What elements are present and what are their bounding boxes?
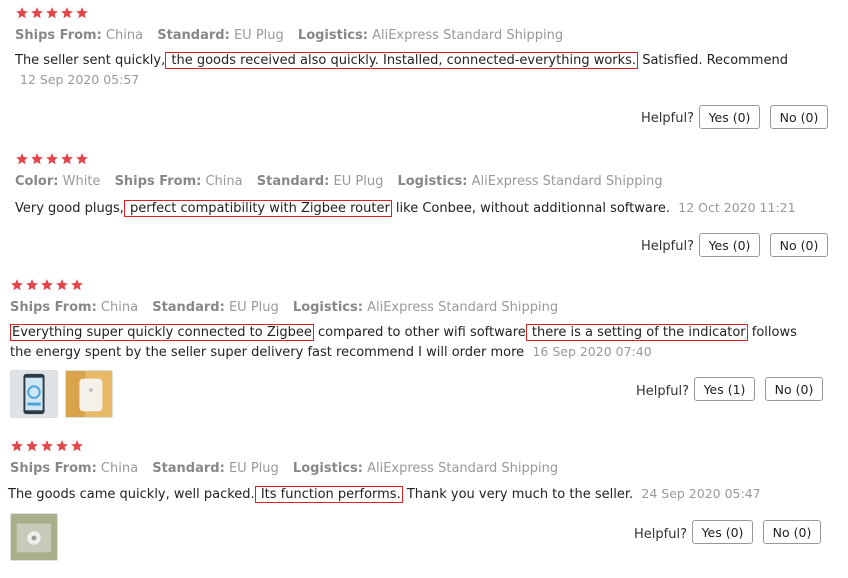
star-icon	[60, 152, 74, 166]
package-photo-icon	[11, 514, 57, 560]
star-icon	[15, 6, 29, 20]
yes-button[interactable]: Yes (0)	[699, 233, 760, 257]
prop-key: Ships From:	[10, 300, 97, 315]
star-icon	[70, 439, 84, 453]
helpful-label: Helpful?	[636, 384, 689, 399]
prop-key: Logistics:	[292, 461, 363, 476]
prop-key: Logistics:	[397, 174, 468, 189]
review-properties: Color: White Ships From: China Standard:…	[15, 174, 673, 189]
star-icon	[30, 152, 44, 166]
helpful-label: Helpful?	[641, 239, 694, 254]
no-button[interactable]: No (0)	[770, 105, 828, 129]
review-date: 16 Sep 2020 07:40	[532, 344, 652, 359]
star-icon	[25, 278, 39, 292]
review-date: 12 Sep 2020 05:57	[20, 72, 140, 87]
highlighted-text: the goods received also quickly. Install…	[165, 52, 639, 69]
review-text-part: like Conbee, without additionnal softwar…	[391, 201, 671, 216]
star-icon	[75, 6, 89, 20]
prop-value: White	[62, 174, 101, 189]
review-text: Very good plugs, perfect compatibility w…	[15, 199, 796, 218]
star-icon	[40, 439, 54, 453]
prop-value: China	[100, 461, 139, 476]
star-icon	[75, 152, 89, 166]
no-button[interactable]: No (0)	[765, 377, 823, 401]
star-icon	[30, 6, 44, 20]
no-button[interactable]: No (0)	[763, 520, 821, 544]
prop-key: Color:	[15, 174, 59, 189]
no-button[interactable]: No (0)	[770, 233, 828, 257]
prop-key: Ships From:	[15, 28, 102, 43]
review-text-part: compared to other wifi software	[313, 325, 526, 340]
prop-value: AliExpress Standard Shipping	[372, 28, 564, 43]
star-icon	[55, 439, 69, 453]
prop-value: EU Plug	[333, 174, 384, 189]
review-photo[interactable]	[65, 370, 113, 418]
prop-value: China	[100, 300, 139, 315]
prop-value: AliExpress Standard Shipping	[367, 300, 559, 315]
prop-key: Logistics:	[292, 300, 363, 315]
review-photo[interactable]	[10, 370, 58, 418]
review-text-part: the energy spent by the seller super del…	[10, 345, 525, 360]
plug-photo-icon	[66, 371, 112, 417]
prop-key: Standard:	[157, 28, 230, 43]
star-icon	[55, 278, 69, 292]
prop-value: EU Plug	[228, 461, 279, 476]
star-icon	[45, 152, 59, 166]
helpful-label: Helpful?	[641, 111, 694, 126]
star-icon	[15, 152, 29, 166]
review-text-part: Very good plugs,	[15, 201, 124, 216]
review-text-part: Satisfied. Recommend	[638, 53, 788, 68]
phone-photo-icon	[11, 371, 57, 417]
star-icon	[10, 278, 24, 292]
review-text: Everything super quickly connected to Zi…	[10, 324, 797, 342]
prop-value: AliExpress Standard Shipping	[471, 174, 663, 189]
star-icon	[40, 278, 54, 292]
prop-value: China	[205, 174, 243, 189]
review-text-line2: the energy spent by the seller super del…	[10, 343, 652, 362]
prop-key: Ships From:	[114, 174, 202, 189]
prop-value: AliExpress Standard Shipping	[367, 461, 559, 476]
review-text-part: The goods came quickly, well packed.	[8, 487, 255, 502]
prop-key: Standard:	[152, 461, 225, 476]
review-text: The goods came quickly, well packed. Its…	[8, 485, 761, 504]
review-properties: Ships From: China Standard: EU Plug Logi…	[10, 461, 568, 476]
star-icon	[10, 439, 24, 453]
review-text-part: follows	[747, 325, 797, 340]
star-rating	[15, 152, 89, 166]
star-rating	[15, 6, 89, 20]
star-icon	[45, 6, 59, 20]
review-date: 24 Sep 2020 05:47	[641, 486, 761, 501]
yes-button[interactable]: Yes (0)	[692, 520, 753, 544]
prop-value: China	[105, 28, 144, 43]
yes-button[interactable]: Yes (0)	[699, 105, 760, 129]
highlighted-text: Its function performs.	[254, 486, 403, 503]
highlighted-text: there is a setting of the indicator	[525, 324, 748, 341]
star-icon	[60, 6, 74, 20]
highlighted-text: Everything super quickly connected to Zi…	[10, 324, 314, 341]
helpful-label: Helpful?	[634, 527, 687, 542]
star-icon	[70, 278, 84, 292]
highlighted-text: perfect compatibility with Zigbee router	[123, 200, 392, 217]
prop-key: Standard:	[256, 174, 330, 189]
review-text: The seller sent quickly, the goods recei…	[15, 52, 788, 70]
review-properties: Ships From: China Standard: EU Plug Logi…	[10, 300, 568, 315]
star-icon	[25, 439, 39, 453]
prop-key: Standard:	[152, 300, 225, 315]
yes-button[interactable]: Yes (1)	[694, 377, 755, 401]
review-photo[interactable]	[10, 513, 58, 561]
prop-key: Logistics:	[297, 28, 368, 43]
review-date: 12 Oct 2020 11:21	[678, 200, 796, 215]
prop-value: EU Plug	[233, 28, 284, 43]
prop-key: Ships From:	[10, 461, 97, 476]
review-text-part: Thank you very much to the seller.	[402, 487, 634, 502]
prop-value: EU Plug	[228, 300, 279, 315]
review-properties: Ships From: China Standard: EU Plug Logi…	[15, 28, 573, 43]
star-rating	[10, 439, 84, 453]
review-text-part: The seller sent quickly,	[15, 53, 166, 68]
star-rating	[10, 278, 84, 292]
